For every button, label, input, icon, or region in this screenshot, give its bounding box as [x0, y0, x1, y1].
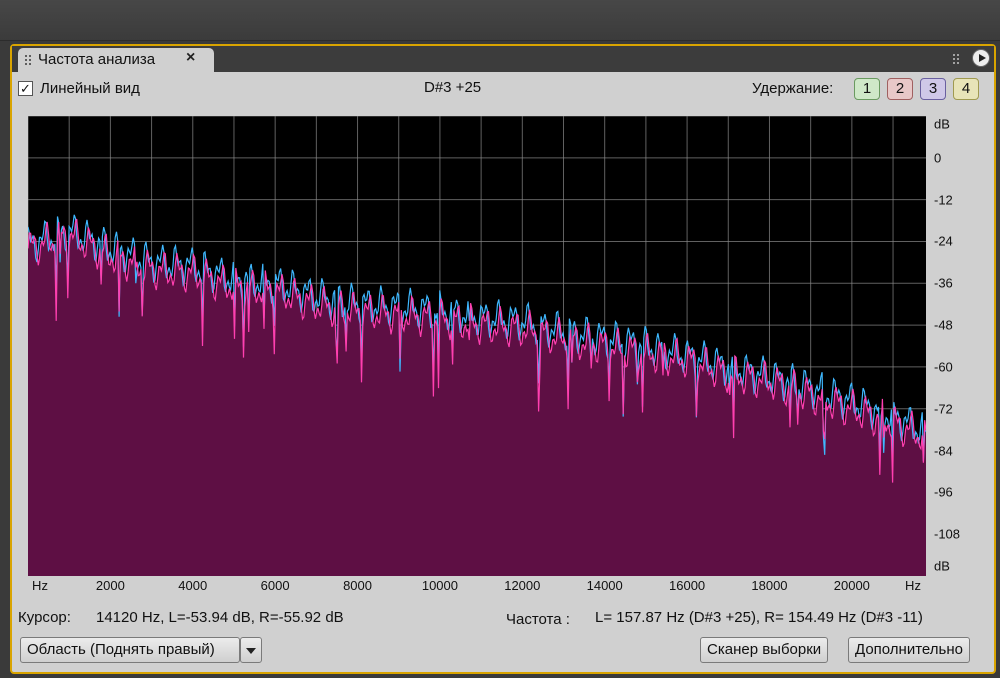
x-tick-label: 6000 [260, 578, 290, 593]
y-tick-label: -96 [934, 484, 953, 500]
cursor-label: Курсор: [18, 609, 71, 626]
application-title-bar [0, 0, 1000, 41]
region-button[interactable]: Область (Поднять правый) [20, 637, 240, 663]
y-tick-label: dB [934, 116, 950, 132]
x-tick-label: 12000 [504, 578, 541, 593]
panel-menu-arrow-icon[interactable] [972, 49, 990, 67]
y-tick-label: -36 [934, 275, 953, 291]
hold-button-2[interactable]: 2 [887, 78, 913, 100]
hold-button-4[interactable]: 4 [953, 78, 979, 100]
region-dropdown-button[interactable] [240, 637, 262, 663]
y-axis: dB 0 -12 -24 -36 -48 -60 -72 -84 -96 -108 dB [926, 116, 982, 576]
hold-label: Удержание: [752, 80, 834, 97]
panel-tab-strip: Частота анализа × [12, 46, 994, 72]
x-tick-label: 18000 [751, 578, 788, 593]
close-icon[interactable]: × [186, 49, 195, 67]
drag-grip-icon[interactable] [24, 54, 32, 66]
hold-button-1[interactable]: 1 [854, 78, 880, 100]
sample-scanner-button[interactable]: Сканер выборки [700, 637, 829, 663]
x-tick-label: 4000 [178, 578, 208, 593]
spectrum-plot[interactable] [28, 116, 926, 576]
y-tick-label: 0 [934, 150, 942, 166]
x-tick-label: Hz [905, 578, 921, 593]
x-axis: Hz 2000 4000 6000 8000 10000 12000 14000 16000 18… [28, 576, 926, 596]
x-tick-label: 2000 [95, 578, 125, 593]
x-tick-label: 10000 [421, 578, 458, 593]
y-tick-label: -108 [934, 526, 961, 542]
tab-title: Частота анализа [38, 51, 156, 68]
y-tick-label: -60 [934, 359, 953, 375]
frequency-analysis-panel: Частота анализа × ✓ Линейный вид D#3 +25… [10, 44, 996, 674]
linear-view-checkbox[interactable]: ✓ [18, 81, 33, 96]
more-options-button[interactable]: Дополнительно [848, 637, 970, 663]
y-tick-label: -24 [934, 233, 953, 249]
y-tick-label: -48 [934, 317, 953, 333]
spectrum-chart [28, 116, 926, 576]
frequency-value: L= 157.87 Hz (D#3 +25), R= 154.49 Hz (D#… [595, 609, 923, 626]
drag-grip-icon[interactable] [952, 53, 960, 65]
tab-frequency-analysis[interactable]: Частота анализа × [18, 48, 214, 72]
x-tick-label: Hz [32, 578, 48, 593]
cursor-value: 14120 Hz, L=-53.94 dB, R=-55.92 dB [96, 609, 344, 626]
panel-menu[interactable] [950, 49, 990, 69]
x-tick-label: 20000 [833, 578, 870, 593]
x-tick-label: 14000 [586, 578, 623, 593]
x-tick-label: 16000 [669, 578, 706, 593]
hold-button-3[interactable]: 3 [920, 78, 946, 100]
y-tick-label: -72 [934, 401, 953, 417]
x-tick-label: 8000 [343, 578, 372, 593]
linear-view-label: Линейный вид [40, 80, 140, 97]
y-tick-label: dB [934, 558, 950, 574]
note-readout: D#3 +25 [424, 79, 482, 96]
y-tick-label: -12 [934, 192, 953, 208]
y-tick-label: -84 [934, 443, 953, 459]
frequency-label: Частота : [506, 611, 570, 628]
